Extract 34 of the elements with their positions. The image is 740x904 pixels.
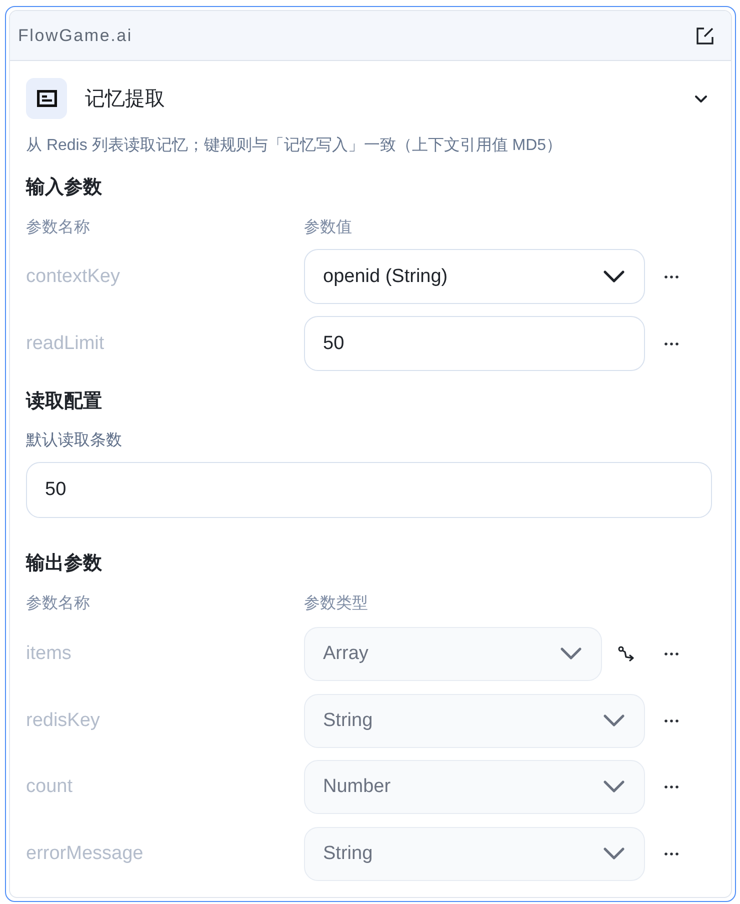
node-title: 记忆提取 [85,86,165,112]
param-name: readLimit [26,332,106,354]
more-icon[interactable] [664,852,679,856]
more-icon[interactable] [664,274,679,278]
more-icon[interactable] [664,342,679,346]
value-input[interactable]: 50 [304,316,645,371]
more-icon[interactable] [664,718,679,722]
input-field[interactable]: 50 [26,462,712,518]
field-label: 默认读取条数 [26,431,123,451]
column-header: 参数名称 [26,218,91,238]
column-header: 参数类型 [304,594,368,614]
more-icon[interactable] [664,652,679,656]
param-name: redisKey [26,710,101,732]
external-link-icon[interactable] [696,26,714,44]
chevron-down-icon [603,270,625,284]
chevron-down-icon [603,714,625,728]
section-heading: 读取配置 [26,390,103,414]
value-select[interactable]: openid (String) [304,249,645,304]
column-header: 参数名称 [26,594,91,614]
section-heading: 输出参数 [26,552,103,576]
section-heading: 输入参数 [26,176,103,200]
chevron-down-icon [603,846,625,860]
param-name: errorMessage [26,842,144,864]
app-title: FlowGame.ai [18,26,132,46]
param-name: contextKey [26,266,121,288]
chevron-down-icon [560,647,582,661]
param-name: items [26,643,72,665]
param-name: count [26,776,74,798]
branch-arrow-icon[interactable] [618,646,635,662]
more-icon[interactable] [664,785,679,789]
column-header: 参数值 [304,218,352,238]
chevron-down-icon [603,780,625,794]
node-description: 从 Redis 列表读取记忆；键规则与「记忆写入」一致（上下文引用值 MD5） [26,136,564,156]
form-icon [26,78,67,119]
